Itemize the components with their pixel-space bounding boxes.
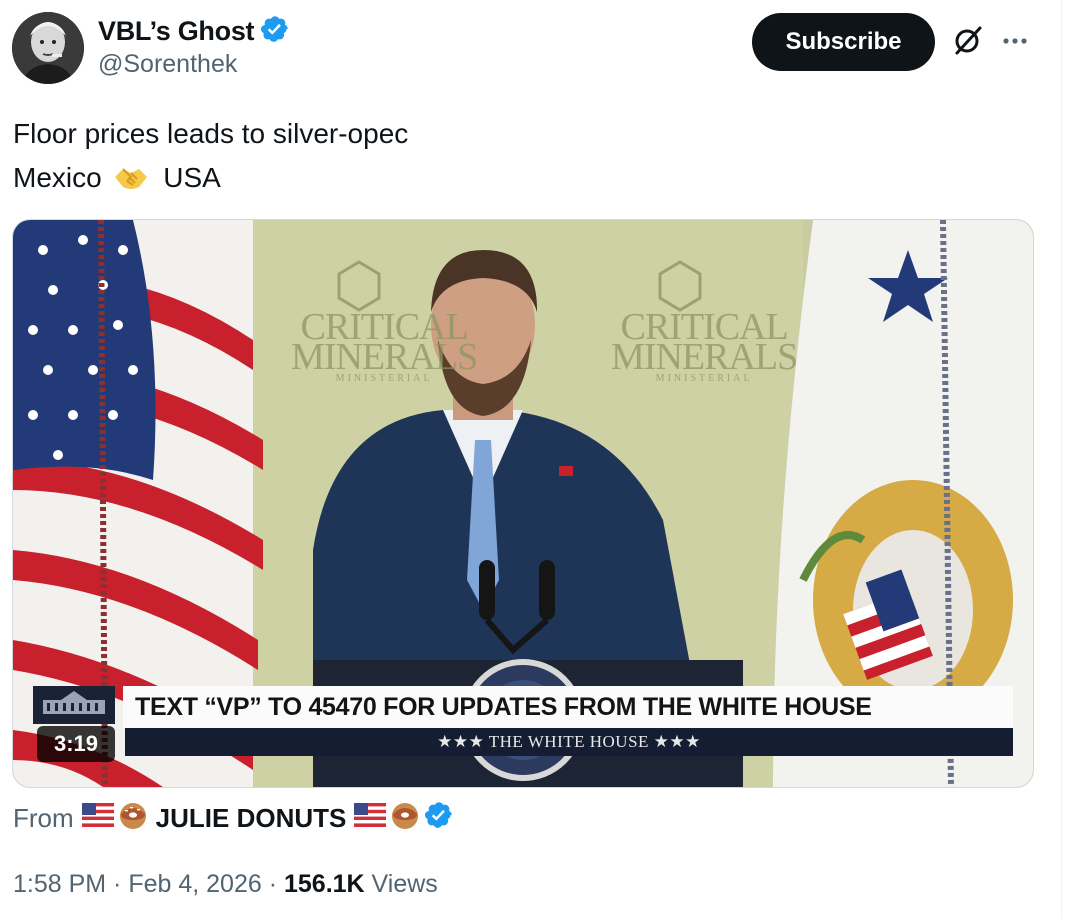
backdrop-logo-left: CRITICAL MINERALS MINISTERIAL xyxy=(291,306,478,384)
tweet-text-line2-before: Mexico xyxy=(13,162,110,193)
video-duration-badge: 3:19 xyxy=(37,726,115,762)
donut-emoji-icon xyxy=(390,800,420,837)
tweet-metadata: 1:58 PM · Feb 4, 2026 · 156.1K Views xyxy=(13,870,438,899)
video-attribution: From JULIE DONUTS xyxy=(13,800,454,837)
tweet-text-line1: Floor prices leads to silver-opec xyxy=(13,118,409,149)
backdrop-logo-right: CRITICAL MINERALS MINISTERIAL xyxy=(611,306,798,384)
us-flag-emoji-icon xyxy=(81,803,114,834)
verified-badge-icon xyxy=(424,800,454,837)
meta-separator: · xyxy=(261,870,284,898)
white-house-logo-bug xyxy=(33,686,115,724)
verified-badge-icon xyxy=(260,14,290,49)
tweet-time[interactable]: 1:58 PM xyxy=(13,870,106,898)
source-account-name[interactable]: JULIE DONUTS xyxy=(156,803,347,834)
handshake-emoji-icon xyxy=(113,162,149,206)
tweet-text-line2-after: USA xyxy=(155,162,221,193)
video-chyron-subtitle: ★★★ THE WHITE HOUSE ★★★ xyxy=(125,728,1013,756)
video-chyron: TEXT “VP” TO 45470 FOR UPDATES FROM THE … xyxy=(123,686,1013,728)
donut-emoji-icon xyxy=(118,800,148,837)
tweet-text: Floor prices leads to silver-opec Mexico… xyxy=(13,112,408,206)
timeline-border xyxy=(1061,0,1068,918)
tweet-date[interactable]: Feb 4, 2026 xyxy=(128,870,261,898)
subscribe-button[interactable]: Subscribe xyxy=(752,13,935,71)
us-flag-emoji-icon xyxy=(354,803,387,834)
author-display-name[interactable]: VBL’s Ghost xyxy=(98,16,255,47)
views-count: 156.1K xyxy=(283,870,365,898)
author-name-row[interactable]: VBL’s Ghost xyxy=(98,14,290,49)
avatar[interactable] xyxy=(12,12,84,84)
video-player[interactable]: CRITICAL MINERALS MINISTERIAL CRITICAL M… xyxy=(12,219,1034,788)
grok-icon[interactable] xyxy=(950,22,986,58)
author-handle[interactable]: @Sorenthek xyxy=(98,50,237,79)
meta-separator: · xyxy=(106,870,129,898)
views-label: Views xyxy=(364,870,438,898)
more-options-icon[interactable] xyxy=(1000,26,1030,56)
from-label: From xyxy=(13,803,74,833)
